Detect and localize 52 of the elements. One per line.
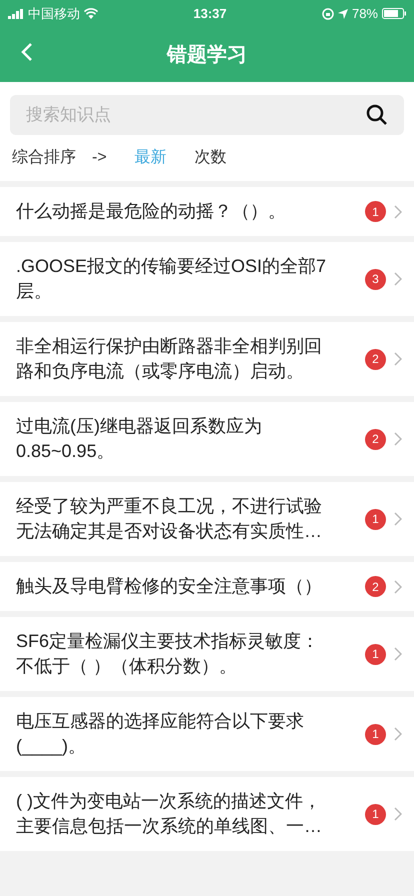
question-row[interactable]: 经受了较为严重不良工况，不进行试验无法确定其是否对设备状态有实质性… 1 xyxy=(0,482,414,556)
wifi-icon xyxy=(84,8,98,19)
battery-icon xyxy=(382,8,406,19)
page-title: 错题学习 xyxy=(167,42,247,68)
battery-percent: 78% xyxy=(352,4,378,23)
status-time: 13:37 xyxy=(193,4,227,23)
lock-rotation-icon xyxy=(322,8,334,20)
mistake-count-badge: 1 xyxy=(365,201,386,222)
carrier-name: 中国移动 xyxy=(28,4,80,23)
question-row[interactable]: 非全相运行保护由断路器非全相判别回路和负序电流（或零序电流）启动。 2 xyxy=(0,322,414,396)
question-text: 过电流(压)继电器返回系数应为0.85~0.95。 xyxy=(16,415,263,463)
sort-label: 综合排序 xyxy=(12,148,76,168)
chevron-right-icon xyxy=(394,432,402,446)
question-text: 什么动摇是最危险的动摇？（）。 xyxy=(16,200,287,223)
question-text: .GOOSE报文的传输要经过OSI的全部7层。 xyxy=(16,255,328,303)
question-text: 电压互感器的选择应能符合以下要求(____)。 xyxy=(16,710,305,758)
chevron-right-icon xyxy=(394,807,402,821)
signal-icon xyxy=(8,8,24,18)
mistake-count-badge: 1 xyxy=(365,804,386,824)
chevron-right-icon xyxy=(394,272,402,286)
mistake-count-badge: 2 xyxy=(365,576,386,597)
chevron-right-icon xyxy=(394,204,402,218)
chevron-right-icon xyxy=(394,727,402,741)
back-chevron-icon xyxy=(21,42,33,62)
location-icon xyxy=(338,8,348,18)
question-row[interactable]: 什么动摇是最危险的动摇？（）。 1 xyxy=(0,187,414,236)
search-field[interactable]: 搜索知识点 xyxy=(10,95,404,135)
search-input[interactable]: 搜索知识点 xyxy=(26,102,326,128)
question-text: 非全相运行保护由断路器非全相判别回路和负序电流（或零序电流）启动。 xyxy=(16,335,323,383)
mistake-count-badge: 2 xyxy=(365,428,386,450)
chevron-right-icon xyxy=(394,647,402,661)
mistake-count-badge: 1 xyxy=(365,644,386,664)
question-row[interactable]: .GOOSE报文的传输要经过OSI的全部7层。 3 xyxy=(0,242,414,316)
mistake-count-badge: 1 xyxy=(365,508,386,530)
chevron-right-icon xyxy=(394,352,402,366)
search-icon[interactable] xyxy=(366,104,388,126)
chevron-right-icon xyxy=(394,580,402,594)
chevron-right-icon xyxy=(394,512,402,526)
question-row[interactable]: 过电流(压)继电器返回系数应为0.85~0.95。 2 xyxy=(0,402,414,476)
question-text: SF6定量检漏仪主要技术指标灵敏度：不低于（ ）（体积分数）。 xyxy=(16,630,320,678)
mistake-count-badge: 2 xyxy=(365,348,386,370)
mistake-count-badge: 3 xyxy=(365,268,386,290)
question-text: ( )文件为变电站一次系统的描述文件，主要信息包括一次系统的单线图、一… xyxy=(16,790,323,838)
question-row[interactable]: 电压互感器的选择应能符合以下要求(____)。 1 xyxy=(0,697,414,771)
question-row[interactable]: 触头及导电臂检修的安全注意事项（） 2 xyxy=(0,562,414,611)
question-text: 经受了较为严重不良工况，不进行试验无法确定其是否对设备状态有实质性… xyxy=(16,495,323,543)
question-row[interactable]: ( )文件为变电站一次系统的描述文件，主要信息包括一次系统的单线图、一… 1 xyxy=(0,777,414,851)
sort-arrow: -> xyxy=(92,148,107,168)
question-row[interactable]: SF6定量检漏仪主要技术指标灵敏度：不低于（ ）（体积分数）。 1 xyxy=(0,617,414,691)
question-text: 触头及导电臂检修的安全注意事项（） xyxy=(16,575,323,598)
mistake-count-badge: 1 xyxy=(365,724,386,744)
sort-option[interactable]: 次数 xyxy=(194,146,227,170)
